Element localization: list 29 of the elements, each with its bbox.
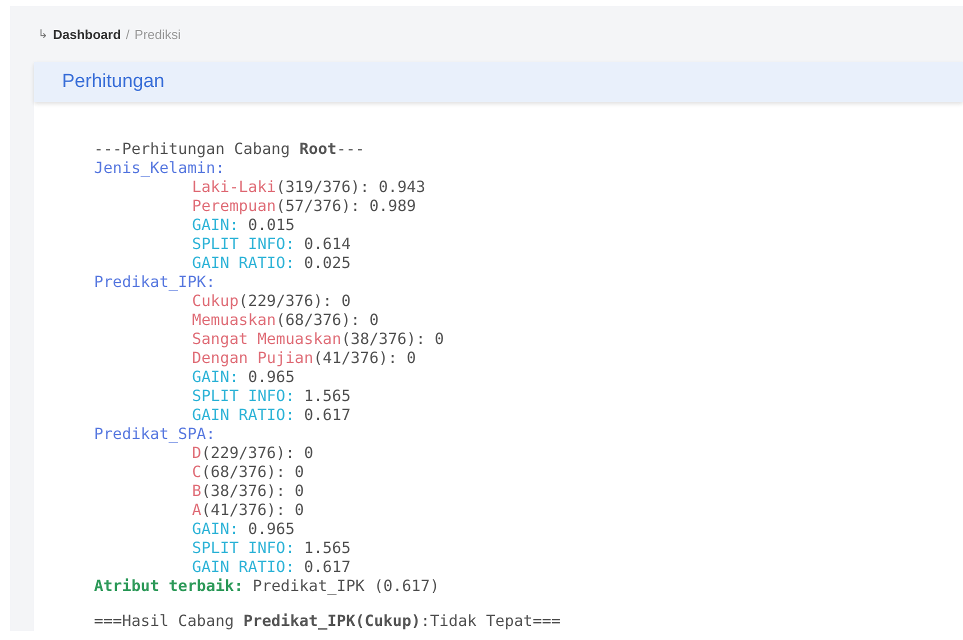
attribute-label: Predikat_IPK: <box>94 273 216 292</box>
metric-line: GAIN RATIO: 0.025 <box>191 254 352 273</box>
breadcrumb-link[interactable]: Dashboard <box>53 26 121 42</box>
value-line: Memuaskan(68/376): 0 <box>191 311 380 330</box>
value-line: A(41/376): 0 <box>191 501 305 520</box>
value-line: Dengan Pujian(41/376): 0 <box>191 349 417 368</box>
value-line: D(229/376): 0 <box>191 444 314 463</box>
return-arrow-icon: ↳ <box>38 27 48 41</box>
card-title: Perhitungan <box>62 71 164 93</box>
metric-line: GAIN: 0.965 <box>191 368 296 387</box>
value-line: C(68/376): 0 <box>191 463 305 482</box>
value-line: Laki-Laki(319/376): 0.943 <box>191 178 426 197</box>
metric-line: SPLIT INFO: 1.565 <box>191 539 352 558</box>
result-line: ===Hasil Cabang Predikat_IPK(Cukup):Tidak Tepat=== <box>94 612 562 631</box>
metric-line: SPLIT INFO: 0.614 <box>191 235 352 254</box>
metric-line: GAIN RATIO: 0.617 <box>191 406 352 425</box>
value-line: B(38/376): 0 <box>191 482 305 501</box>
best-attribute-line: Atribut terbaik: Predikat_IPK (0.617) <box>94 577 440 596</box>
metric-line: GAIN RATIO: 0.617 <box>191 558 352 577</box>
value-line: Cukup(229/376): 0 <box>191 292 352 311</box>
metric-line: GAIN: 0.965 <box>191 520 296 539</box>
breadcrumb-separator: / <box>126 26 130 42</box>
value-line: Perempuan(57/376): 0.989 <box>191 197 417 216</box>
metric-line: SPLIT INFO: 1.565 <box>191 387 352 406</box>
attribute-label: Jenis_Kelamin: <box>94 159 226 178</box>
heading-line: ---Perhitungan Cabang Root--- <box>94 140 366 159</box>
attribute-label: Predikat_SPA: <box>94 425 216 444</box>
metric-line: GAIN: 0.015 <box>191 216 296 235</box>
value-line: Sangat Memuaskan(38/376): 0 <box>191 330 445 349</box>
